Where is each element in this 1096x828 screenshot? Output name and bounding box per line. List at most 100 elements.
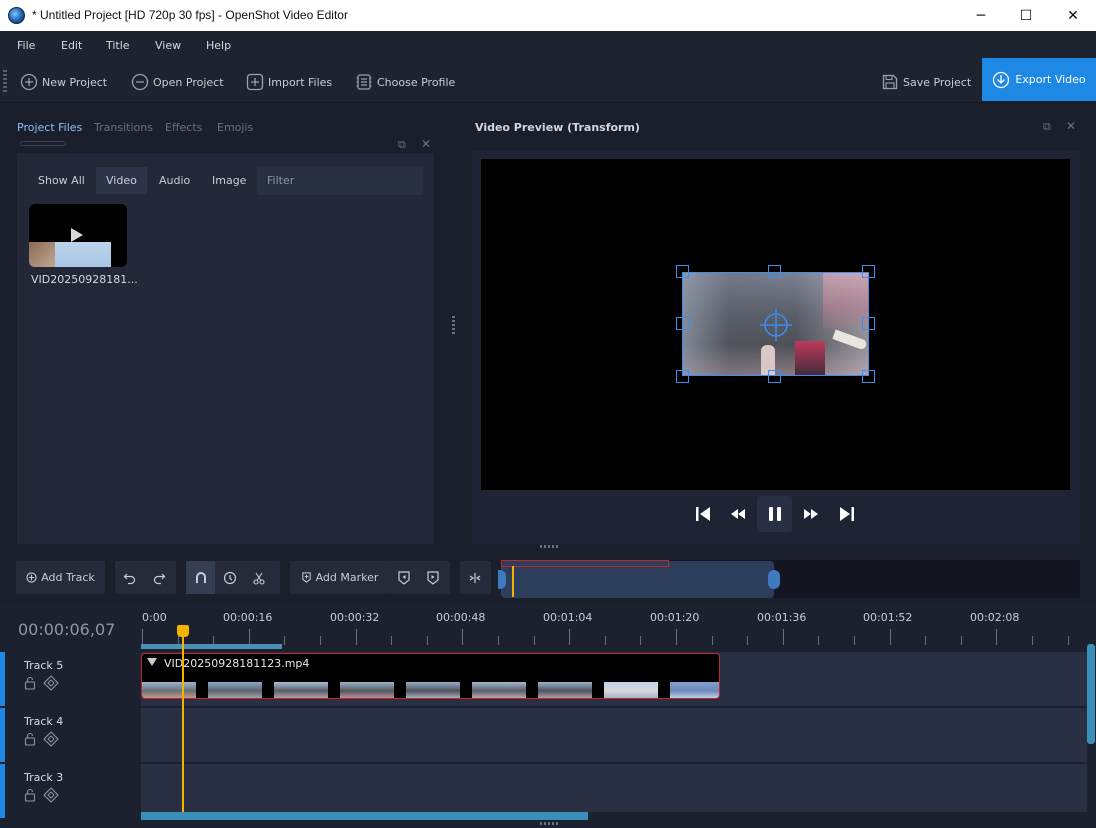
ruler-label: 0:00 <box>142 611 167 624</box>
add-marker-button[interactable]: Add Marker <box>290 561 389 594</box>
open-project-button[interactable]: Open Project <box>131 71 224 93</box>
rewind-button[interactable] <box>720 496 755 532</box>
playhead-handle[interactable] <box>177 625 189 637</box>
bottom-splitter[interactable] <box>540 822 558 825</box>
menu-edit[interactable]: Edit <box>61 39 82 52</box>
preview-float-icon[interactable]: ⧉ <box>1043 120 1051 134</box>
video-preview-screen[interactable] <box>481 159 1070 490</box>
timing-button[interactable] <box>215 561 244 594</box>
maximize-button[interactable]: ☐ <box>1003 0 1049 31</box>
playhead-line[interactable] <box>182 630 184 812</box>
jump-end-button[interactable] <box>829 496 864 532</box>
skip-end-icon <box>839 507 854 521</box>
menu-view[interactable]: View <box>155 39 181 52</box>
tab-scroll-indicator[interactable] <box>20 141 66 146</box>
tab-project-files[interactable]: Project Files <box>17 121 82 134</box>
filmstrip-frame <box>274 682 328 698</box>
close-button[interactable]: ✕ <box>1050 0 1096 31</box>
filter-input[interactable] <box>257 166 423 195</box>
lock-icon[interactable] <box>24 732 36 746</box>
keyframe-icon[interactable] <box>43 787 59 803</box>
close-panel-icon[interactable]: ✕ <box>421 137 431 151</box>
ruler-label: 00:01:04 <box>543 611 593 624</box>
filter-video[interactable]: Video <box>96 167 147 194</box>
redo-button[interactable] <box>144 561 173 594</box>
ruler-tick <box>534 636 535 645</box>
keyframe-icon[interactable] <box>43 731 59 747</box>
pause-icon <box>768 507 781 521</box>
center-timeline-icon <box>469 572 480 583</box>
fast-forward-button[interactable] <box>793 496 828 532</box>
fast-forward-icon <box>803 509 818 519</box>
ruler-tick <box>391 636 392 645</box>
menu-title[interactable]: Title <box>106 39 130 52</box>
save-project-label: Save Project <box>903 75 972 89</box>
transform-handle-b[interactable] <box>768 370 781 383</box>
transform-handle-tl[interactable] <box>676 265 689 278</box>
tab-emojis[interactable]: Emojis <box>217 121 253 134</box>
timeline-vertical-scrollbar[interactable] <box>1087 644 1095 744</box>
ruler-tick <box>712 636 713 645</box>
razor-button[interactable] <box>244 561 273 594</box>
transform-handle-tr[interactable] <box>862 265 875 278</box>
preview-close-icon[interactable]: ✕ <box>1066 119 1076 133</box>
new-project-button[interactable]: New Project <box>20 71 107 93</box>
export-video-label: Export Video <box>1015 73 1086 86</box>
tab-transitions[interactable]: Transitions <box>94 121 153 134</box>
minimize-button[interactable]: ─ <box>958 0 1004 31</box>
lock-icon[interactable] <box>24 788 36 802</box>
track-header[interactable]: Track 3 <box>0 764 141 818</box>
filter-audio[interactable]: Audio <box>149 167 200 194</box>
menu-file[interactable]: File <box>17 39 35 52</box>
transform-handle-br[interactable] <box>862 370 875 383</box>
pause-button[interactable] <box>757 496 792 532</box>
previous-marker-button[interactable] <box>389 561 418 594</box>
menu-help[interactable]: Help <box>206 39 231 52</box>
choose-profile-button[interactable]: Choose Profile <box>355 71 455 93</box>
zoom-right-handle[interactable] <box>768 570 780 589</box>
add-marker-label: Add Marker <box>315 571 379 584</box>
import-files-button[interactable]: Import Files <box>246 71 332 93</box>
track-lane[interactable] <box>141 708 1087 762</box>
next-marker-button[interactable] <box>418 561 447 594</box>
timeline-horizontal-scrollbar[interactable] <box>141 812 588 820</box>
export-video-button[interactable]: Export Video <box>982 58 1096 101</box>
track-name: Track 4 <box>24 715 64 728</box>
file-thumbnail[interactable] <box>29 204 127 267</box>
toolbar-grip-icon[interactable] <box>3 70 7 94</box>
ruler-tick <box>1068 636 1069 645</box>
track-header[interactable]: Track 5 <box>0 652 141 706</box>
import-files-icon <box>246 73 264 91</box>
undo-icon <box>123 573 135 584</box>
timeline-clip[interactable]: VID20250928181123.mp4 <box>141 653 720 699</box>
add-track-button[interactable]: Add Track <box>16 561 105 594</box>
filter-image[interactable]: Image <box>202 167 256 194</box>
filter-show-all[interactable]: Show All <box>28 167 95 194</box>
filmstrip-frame <box>538 682 592 698</box>
transform-handle-t[interactable] <box>768 265 781 278</box>
ruler-tick <box>640 636 641 645</box>
current-timecode: 00:00:06,07 <box>18 620 116 639</box>
transform-handle-r[interactable] <box>862 317 875 330</box>
tab-effects[interactable]: Effects <box>165 121 202 134</box>
transform-handle-l[interactable] <box>676 317 689 330</box>
zoom-left-handle[interactable] <box>498 570 506 589</box>
panel-splitter[interactable] <box>452 316 455 334</box>
next-marker-icon <box>426 570 439 585</box>
center-playhead-button[interactable] <box>460 561 489 594</box>
undo-button[interactable] <box>115 561 144 594</box>
choose-profile-icon <box>356 74 372 90</box>
transform-center-icon[interactable] <box>760 309 792 341</box>
track-lane[interactable] <box>141 764 1087 812</box>
clip-menu-icon[interactable] <box>147 658 157 666</box>
transform-handle-bl[interactable] <box>676 370 689 383</box>
save-project-button[interactable]: Save Project <box>881 71 971 93</box>
float-panel-icon[interactable]: ⧉ <box>398 138 406 152</box>
ruler-tick <box>961 636 962 645</box>
lock-icon[interactable] <box>24 676 36 690</box>
track-header[interactable]: Track 4 <box>0 708 141 762</box>
snapping-button[interactable] <box>186 561 215 594</box>
jump-start-button[interactable] <box>685 496 720 532</box>
keyframe-icon[interactable] <box>43 675 59 691</box>
horizontal-splitter[interactable] <box>540 545 558 548</box>
